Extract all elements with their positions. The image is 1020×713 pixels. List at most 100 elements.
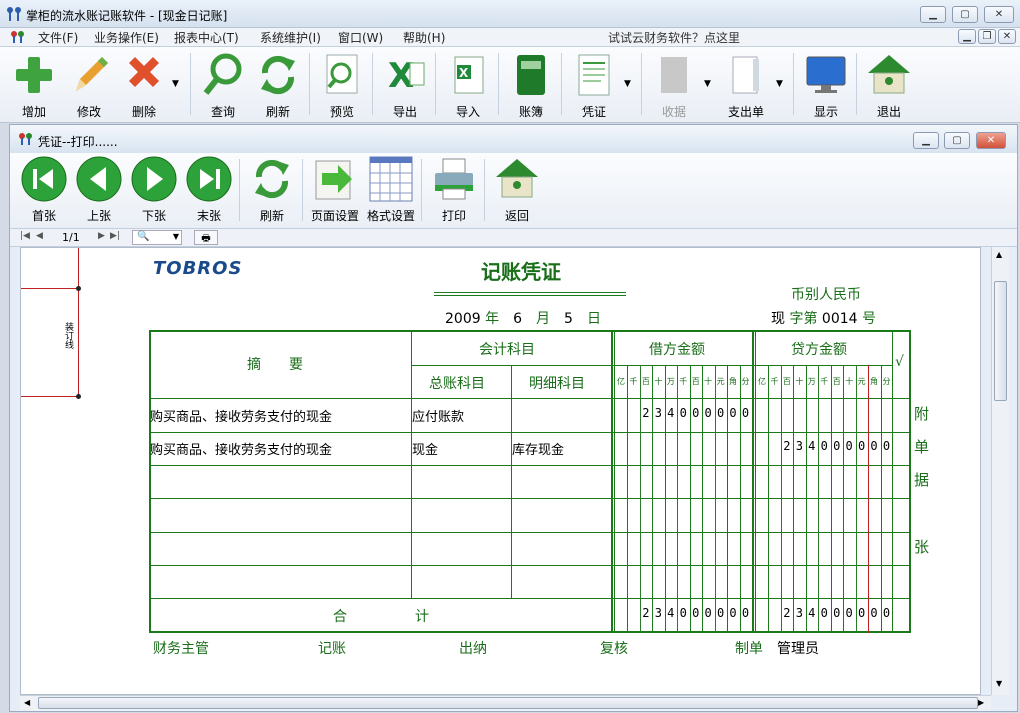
row2-credit-digit: 0 (870, 439, 878, 453)
display-button[interactable]: 显示 (800, 51, 852, 121)
import-button[interactable]: X 导入 (442, 51, 494, 121)
scroll-down-arrow[interactable]: ▼ (996, 679, 1002, 688)
child-close-button[interactable]: ✕ (976, 132, 1006, 149)
home-icon (866, 51, 912, 99)
voucher-button[interactable]: 凭证 (568, 51, 620, 121)
row2-general: 现金 (412, 443, 439, 458)
promo-link[interactable]: 试试云财务软件？点这里 (608, 29, 740, 46)
scroll-left-arrow[interactable]: ◀ (24, 698, 30, 707)
total-credit-digit: 0 (820, 606, 828, 620)
expense-button[interactable]: 支出单 (720, 51, 772, 121)
page-indicator: 1/1 (62, 231, 80, 244)
debit-unit-label: 角 (729, 377, 738, 386)
child-minimize-button[interactable]: ▁ (913, 132, 939, 149)
menu-business[interactable]: 业务操作(E) (94, 29, 159, 46)
total-credit-digit: 0 (857, 606, 866, 620)
export-button[interactable]: X 导出 (379, 51, 431, 121)
row1-debit-digit: 0 (704, 406, 712, 420)
svg-text:X: X (459, 66, 469, 80)
add-button[interactable]: 增加 (8, 51, 60, 121)
monitor-icon (803, 51, 849, 99)
last-page-icon (186, 155, 232, 203)
menu-reports[interactable]: 报表中心(T) (174, 29, 239, 46)
format-setup-button[interactable]: 格式设置 (365, 155, 417, 225)
delete-button[interactable]: 删除 (118, 51, 170, 121)
company-logo: TOBROS (153, 258, 243, 279)
mdi-restore-button[interactable]: ❐ (978, 29, 996, 44)
row2-detail: 库存现金 (512, 443, 565, 458)
debit-unit-label: 元 (716, 377, 725, 386)
nav-next-icon[interactable]: ▶ (98, 231, 105, 241)
query-button[interactable]: 查询 (197, 51, 249, 121)
refresh-button[interactable]: 刷新 (252, 51, 304, 121)
menu-help[interactable]: 帮助(H) (403, 29, 445, 46)
voucher-dropdown-arrow[interactable]: ▼ (624, 79, 631, 89)
preview-button[interactable]: 预览 (316, 51, 368, 121)
expense-dropdown-arrow[interactable]: ▼ (776, 79, 783, 89)
receipt-dropdown-arrow[interactable]: ▼ (704, 79, 711, 89)
footer-reviewer: 复核 (600, 641, 628, 657)
credit-unit-label: 百 (782, 377, 791, 386)
nav-print-icon[interactable]: 🖶 (194, 230, 218, 245)
receipt-button[interactable]: 收据 (648, 51, 700, 121)
voucher-title: 记账凭证 (481, 260, 561, 284)
menu-window[interactable]: 窗口(W) (338, 29, 383, 46)
scroll-right-arrow[interactable]: ▶ (978, 698, 984, 707)
zoom-dropdown[interactable]: 🔍 ▼ (132, 230, 182, 245)
row1-debit-digit: 0 (692, 406, 700, 420)
page-setup-button[interactable]: 页面设置 (309, 155, 361, 225)
row2-credit-digit: 4 (808, 439, 816, 453)
page-navigation-bar: |◀ ◀ 1/1 ▶ ▶| 🔍 ▼ 🖶 (10, 229, 1017, 247)
scroll-up-arrow[interactable]: ▲ (996, 250, 1002, 259)
excel-import-icon: X (445, 51, 491, 99)
next-page-button[interactable]: 下张 (128, 155, 180, 225)
title-bar: 掌柜的流水账记账软件 - [现金日记账] ▁ ▢ ✕ (0, 0, 1020, 28)
total-debit-digit: 0 (692, 606, 700, 620)
first-page-button[interactable]: 首张 (18, 155, 70, 225)
total-credit-digit: 0 (833, 606, 841, 620)
header-credit: 贷方金额 (791, 342, 847, 358)
vertical-scrollbar[interactable]: ▲ ▼ (991, 247, 1009, 695)
menu-app-icon (10, 30, 26, 44)
horizontal-scrollbar[interactable]: ◀ ▶ (20, 695, 991, 711)
print-button[interactable]: 打印 (428, 155, 480, 225)
minimize-button[interactable]: ▁ (920, 6, 946, 23)
child-maximize-button[interactable]: ▢ (944, 132, 970, 149)
nav-prev-icon[interactable]: ◀ (36, 231, 43, 241)
row1-debit-digit: 4 (667, 406, 675, 420)
row1-debit-digit: 3 (654, 406, 662, 420)
total-debit-digit: 0 (729, 606, 737, 620)
vertical-scroll-thumb[interactable] (994, 281, 1007, 401)
mdi-close-button[interactable]: ✕ (998, 29, 1016, 44)
menu-file[interactable]: 文件(F) (38, 29, 78, 46)
close-button[interactable]: ✕ (984, 6, 1014, 23)
total-credit-digit: 4 (808, 606, 816, 620)
expense-doc-icon (723, 51, 769, 99)
maximize-button[interactable]: ▢ (952, 6, 978, 23)
nav-last-icon[interactable]: ▶| (110, 231, 120, 241)
voucher-number: 现 字第 0014 号 (771, 311, 876, 327)
mdi-minimize-button[interactable]: ▁ (958, 29, 976, 44)
credit-unit-label: 万 (807, 377, 816, 386)
app-icon (6, 6, 22, 22)
ledger-button[interactable]: 账簿 (505, 51, 557, 121)
preview-refresh-button[interactable]: 刷新 (246, 155, 298, 225)
exit-button[interactable]: 退出 (863, 51, 915, 121)
voucher-page: 装订线 TOBROS 记账凭证 币别人民币 2009 年 6 月 5 日 现 字… (20, 247, 981, 695)
edit-button[interactable]: 修改 (63, 51, 115, 121)
excel-export-icon: X (382, 51, 428, 99)
total-debit-digit: 0 (716, 606, 725, 620)
footer-bookkeeper: 记账 (318, 641, 346, 657)
last-page-button[interactable]: 末张 (183, 155, 235, 225)
side-label-ju: 据 (914, 471, 930, 489)
debit-unit-label: 千 (679, 377, 688, 386)
horizontal-scroll-thumb[interactable] (38, 697, 978, 709)
total-debit-digit: 0 (679, 606, 687, 620)
total-debit-digit: 4 (667, 606, 675, 620)
prev-page-button[interactable]: 上张 (73, 155, 125, 225)
menu-system[interactable]: 系统维护(I) (260, 29, 321, 46)
nav-first-icon[interactable]: |◀ (20, 231, 30, 241)
return-button[interactable]: 返回 (491, 155, 543, 225)
delete-dropdown-arrow[interactable]: ▼ (172, 79, 179, 89)
menu-bar: 文件(F) 业务操作(E) 报表中心(T) 系统维护(I) 窗口(W) 帮助(H… (0, 28, 1020, 47)
